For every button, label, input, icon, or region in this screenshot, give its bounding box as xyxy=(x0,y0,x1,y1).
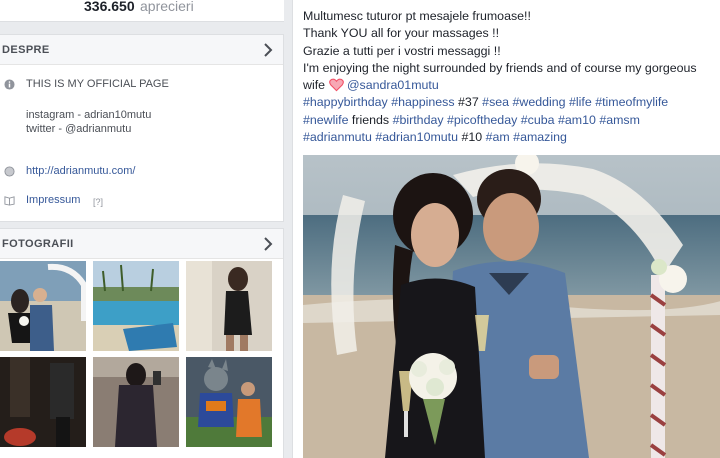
photo-thumb[interactable] xyxy=(186,357,272,447)
about-page-line: THIS IS MY OFFICIAL PAGE xyxy=(26,78,169,90)
hashtag-link[interactable]: #am10 xyxy=(558,113,596,127)
post-line: Thank YOU all for your massages !! xyxy=(303,26,500,41)
chevron-right-icon[interactable] xyxy=(263,43,273,57)
photos-card: FOTOGRAFII xyxy=(0,228,284,458)
likes-count: 336.650 xyxy=(84,0,135,14)
impressum-link[interactable]: Impressum xyxy=(26,194,80,206)
photos-title: FOTOGRAFII xyxy=(2,238,74,250)
post-line: Multumesc tuturor pt mesajele frumoase!! xyxy=(303,9,531,23)
photo-thumb[interactable] xyxy=(0,357,86,447)
post-word: wife xyxy=(303,78,326,93)
likes-summary: 336.650 aprecieri xyxy=(0,0,284,22)
post-line: I'm enjoying the night surrounded by fri… xyxy=(303,60,697,75)
post-word: friends xyxy=(351,112,390,127)
post-line: wife @sandra01mutu xyxy=(303,77,717,94)
photos-header[interactable]: FOTOGRAFII xyxy=(0,229,283,259)
post-text: Multumesc tuturor pt mesajele frumoase!!… xyxy=(303,8,717,146)
post-card: Multumesc tuturor pt mesajele frumoase!!… xyxy=(292,0,720,458)
photo-thumb[interactable] xyxy=(93,357,179,447)
about-title: DESPRE xyxy=(2,44,50,56)
hashtag-text: #10 xyxy=(461,130,483,145)
hashtag-link[interactable]: #happiness xyxy=(391,95,454,109)
post-photo[interactable] xyxy=(303,155,720,458)
hashtag-link[interactable]: #life xyxy=(569,95,592,109)
heart-icon xyxy=(328,78,344,92)
about-header[interactable]: DESPRE xyxy=(0,35,283,65)
hashtag-link[interactable]: #birthday xyxy=(393,113,444,127)
hashtag-link[interactable]: #adrian10mutu xyxy=(375,130,458,144)
hashtag-link[interactable]: #amazing xyxy=(513,130,567,144)
hashtag-link[interactable]: #adrianmutu xyxy=(303,130,372,144)
photo-thumb[interactable] xyxy=(186,261,272,351)
globe-icon xyxy=(4,166,15,177)
info-icon xyxy=(4,79,15,90)
hashtag-link[interactable]: #picoftheday xyxy=(447,113,517,127)
post-line: #newlife friends #birthday #picoftheday … xyxy=(303,112,717,129)
post-line: #adrianmutu #adrian10mutu #10 #am #amazi… xyxy=(303,129,717,146)
mention-link[interactable]: @sandra01mutu xyxy=(347,78,439,92)
post-line: #happybirthday #happiness #37 #sea #wedd… xyxy=(303,94,717,111)
likes-label: aprecieri xyxy=(140,0,194,14)
book-icon xyxy=(4,196,15,206)
hashtag-link[interactable]: #amsm xyxy=(599,113,640,127)
photo-thumb[interactable] xyxy=(0,261,86,351)
about-instagram: instagram - adrian10mutu xyxy=(26,109,152,121)
left-column: 336.650 aprecieri DESPRE THIS IS MY OFFI… xyxy=(0,0,284,458)
hashtag-text: #37 xyxy=(458,95,479,110)
website-link[interactable]: http://adrianmutu.com/ xyxy=(26,165,135,177)
hashtag-link[interactable]: #sea xyxy=(482,95,509,109)
about-card: DESPRE THIS IS MY OFFICIAL PAGE instagra… xyxy=(0,34,284,222)
hashtag-link[interactable]: #newlife xyxy=(303,113,348,127)
hashtag-link[interactable]: #timeofmylife xyxy=(595,95,668,109)
chevron-right-icon[interactable] xyxy=(263,237,273,251)
photo-thumb[interactable] xyxy=(93,261,179,351)
hashtag-link[interactable]: #happybirthday xyxy=(303,95,388,109)
impressum-help[interactable]: [?] xyxy=(93,197,103,207)
post-line: Grazie a tutti per i vostri messaggi !! xyxy=(303,43,501,58)
hashtag-link[interactable]: #wedding xyxy=(513,95,566,109)
hashtag-link[interactable]: #cuba xyxy=(521,113,555,127)
hashtag-link[interactable]: #am xyxy=(486,130,510,144)
about-twitter: twitter - @adrianmutu xyxy=(26,123,132,135)
